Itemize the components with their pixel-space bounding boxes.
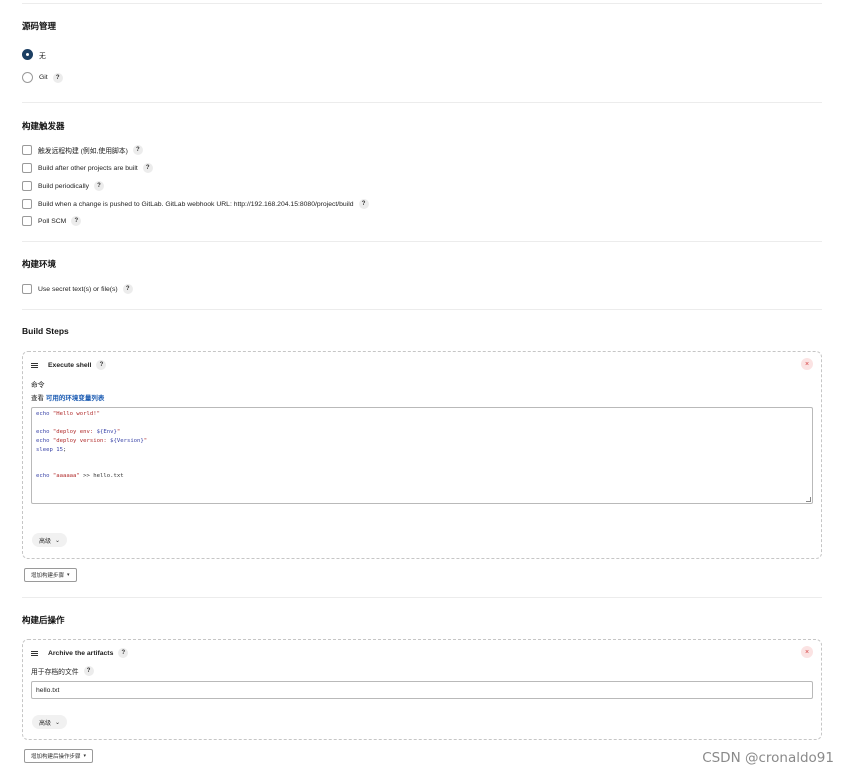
trigger-label: Build after other projects are built [38,164,138,172]
drag-handle-icon[interactable] [31,362,38,368]
execute-shell-header: Execute shell ? [31,360,107,370]
code-line: echo "deploy env: ${Env}" [36,428,121,435]
drag-handle-icon[interactable] [31,650,38,656]
help-icon[interactable]: ? [142,163,153,173]
command-label: 命令 [31,382,45,389]
env-vars-link-row: 查看 可用的环境变量列表 [31,392,104,402]
resize-handle-icon[interactable] [806,497,811,502]
code-line: sleep 15; [36,446,67,453]
divider [22,3,822,4]
checkbox[interactable] [22,199,32,209]
archive-artifacts-card: Archive the artifacts ? × 用于存档的文件 ? hell… [22,639,822,740]
advanced-label: 高级 [39,538,52,545]
advanced-button[interactable]: 高级 ⌄ [32,533,68,547]
env-secret-text[interactable]: Use secret text(s) or file(s) ? [22,284,133,294]
help-icon[interactable]: ? [132,145,143,155]
trigger-after-other-projects[interactable]: Build after other projects are built ? [22,163,153,173]
radio-button[interactable] [22,72,33,83]
close-icon[interactable]: × [801,646,813,658]
build-steps-section-title: Build Steps [22,326,69,336]
scm-option-none[interactable]: 无 [22,49,46,60]
chevron-down-icon: ⌄ [55,719,61,726]
triggers-section-title: 构建触发器 [22,121,65,131]
code-line: echo "aaaaaa" >> hello.txt [36,473,124,480]
scm-section-title: 源码管理 [22,21,57,31]
trigger-label: Build periodically [38,182,90,190]
environment-section-title: 构建环境 [22,259,57,269]
files-label-row: 用于存档的文件 ? [31,666,94,676]
trigger-periodically[interactable]: Build periodically ? [22,181,105,191]
archive-artifacts-title: Archive the artifacts [48,649,114,657]
trigger-gitlab-push[interactable]: Build when a change is pushed to GitLab.… [22,199,369,209]
advanced-label: 高级 [39,720,52,727]
help-icon[interactable]: ? [358,199,369,209]
divider [22,309,822,310]
post-build-section-title: 构建后操作 [22,615,65,625]
code-line: echo "Hello world!" [36,411,100,417]
checkbox[interactable] [22,145,32,155]
add-post-build-step-label: 增加构建后操作步骤 [31,754,81,760]
shell-command-textarea[interactable]: echo "Hello world!" echo "deploy env: ${… [31,407,813,504]
checkbox[interactable] [22,216,32,226]
trigger-label: Build when a change is pushed to GitLab.… [38,200,354,208]
scm-option-label: 无 [39,52,46,60]
env-option-label: Use secret text(s) or file(s) [38,285,118,293]
checkbox[interactable] [22,163,32,173]
watermark: CSDN @cronaldo91 [702,750,834,766]
help-icon[interactable]: ? [71,216,82,226]
view-prefix: 查看 [31,395,44,402]
add-post-build-step-button[interactable]: 增加构建后操作步骤 ▾ [24,749,94,763]
help-icon[interactable]: ? [52,72,63,83]
files-to-archive-input[interactable]: hello.txt [31,681,813,699]
trigger-label: 触发远程构建 (例如,使用脚本) [38,148,128,155]
close-icon[interactable]: × [801,358,813,370]
add-build-step-button[interactable]: 增加构建步骤 ▾ [24,568,77,582]
execute-shell-title: Execute shell [48,361,92,369]
execute-shell-card: Execute shell ? × 命令 查看 可用的环境变量列表 echo "… [22,351,822,559]
help-icon[interactable]: ? [83,666,94,676]
trigger-poll-scm[interactable]: Poll SCM ? [22,216,82,226]
checkbox[interactable] [22,181,32,191]
divider [22,102,822,103]
help-icon[interactable]: ? [94,181,105,191]
divider [22,241,822,242]
files-label: 用于存档的文件 [31,669,79,676]
chevron-down-icon: ⌄ [55,537,61,544]
help-icon[interactable]: ? [118,648,129,658]
env-vars-link[interactable]: 可用的环境变量列表 [46,395,105,402]
radio-button-checked[interactable] [22,49,33,60]
caret-down-icon: ▾ [67,572,70,578]
help-icon[interactable]: ? [122,284,133,294]
checkbox[interactable] [22,284,32,294]
caret-down-icon: ▾ [83,753,87,759]
trigger-label: Poll SCM [38,217,67,225]
scm-option-git[interactable]: Git ? [22,72,63,83]
trigger-remote[interactable]: 触发远程构建 (例如,使用脚本) ? [22,145,143,155]
help-icon[interactable]: ? [96,360,107,370]
add-build-step-label: 增加构建步骤 [31,573,65,579]
archive-artifacts-header: Archive the artifacts ? [31,648,129,658]
divider [22,597,822,598]
scm-option-label: Git [39,74,48,81]
advanced-button[interactable]: 高级 ⌄ [32,715,68,729]
code-line: echo "deploy version: ${Version}" [36,437,148,444]
